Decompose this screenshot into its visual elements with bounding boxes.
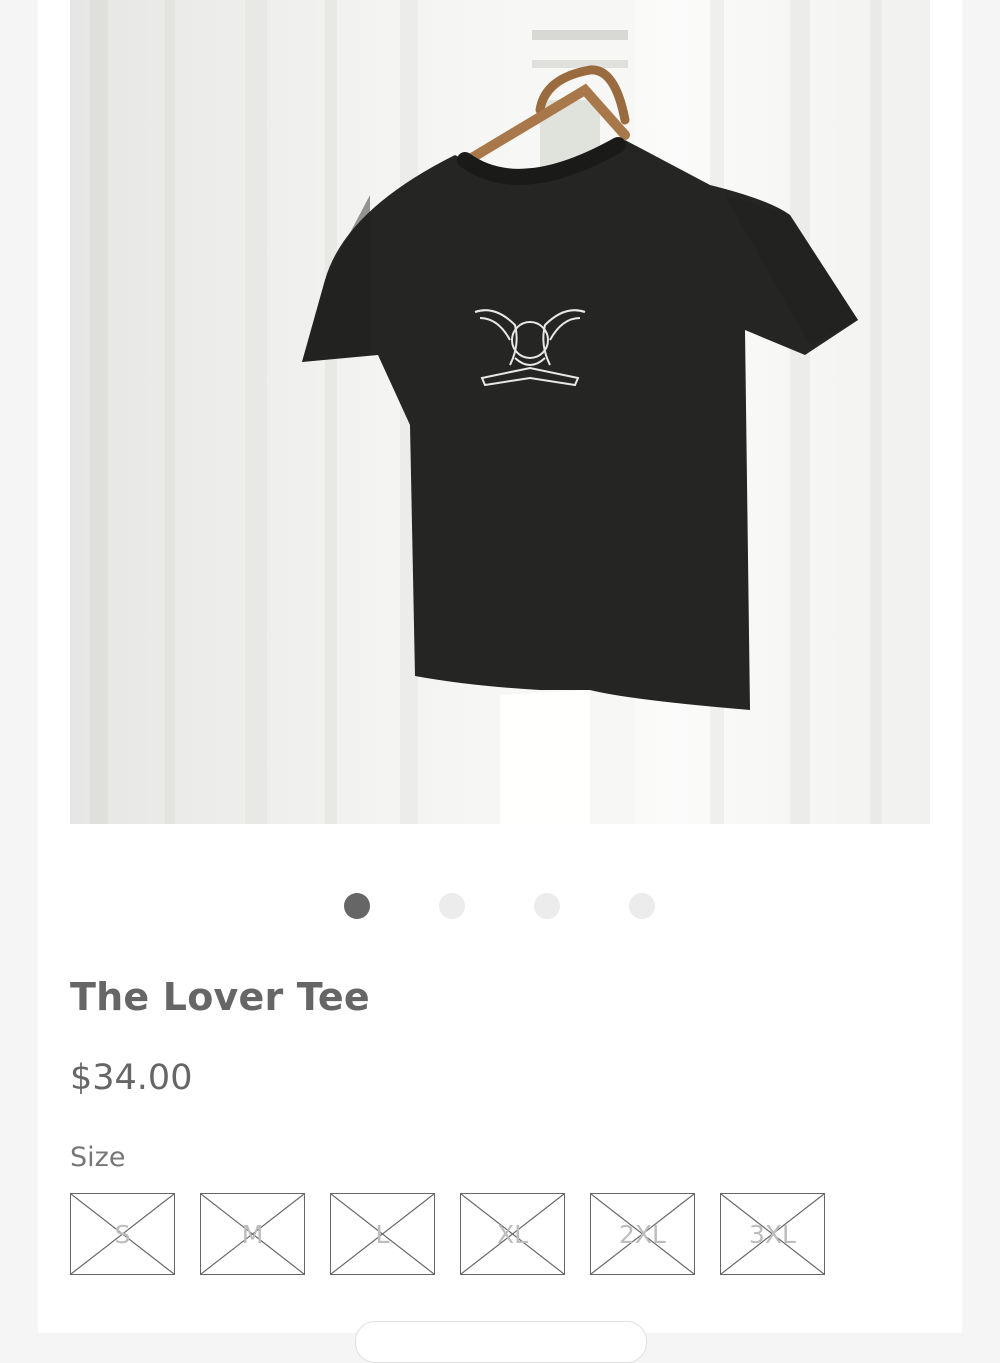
carousel-dot-2[interactable] [439,893,465,919]
size-option-label: S [114,1219,131,1249]
size-option-3xl[interactable]: 3XL [720,1193,825,1275]
size-option-label: 3XL [749,1219,796,1249]
size-option-label: XL [496,1219,529,1249]
size-option-l[interactable]: L [330,1193,435,1275]
carousel-dot-4[interactable] [629,893,655,919]
product-image[interactable] [70,0,930,824]
size-option-m[interactable]: M [200,1193,305,1275]
size-option-2xl[interactable]: 2XL [590,1193,695,1275]
product-title: The Lover Tee [70,975,370,1019]
carousel-dot-1[interactable] [344,893,370,919]
size-option-label: M [241,1219,264,1249]
size-option-xl[interactable]: XL [460,1193,565,1275]
size-label: Size [70,1142,126,1173]
carousel-pagination [0,893,1000,919]
size-option-label: 2XL [619,1219,666,1249]
product-price: $34.00 [70,1058,193,1098]
add-to-cart-button-partial[interactable] [355,1321,647,1363]
size-options: S M L XL 2XL 3XL [70,1193,850,1277]
size-option-s[interactable]: S [70,1193,175,1275]
size-option-label: L [375,1219,390,1249]
carousel-dot-3[interactable] [534,893,560,919]
